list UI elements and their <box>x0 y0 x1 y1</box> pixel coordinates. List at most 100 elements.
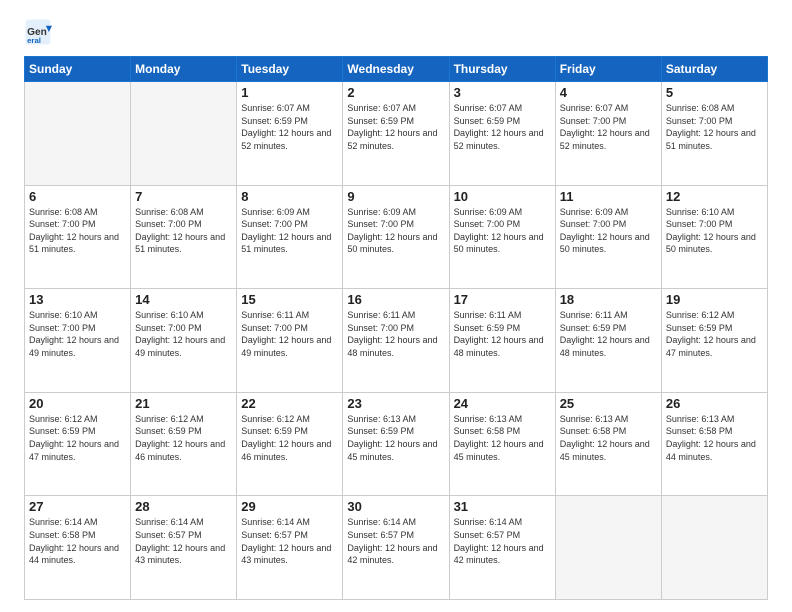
logo-icon: Gen eral <box>24 18 52 46</box>
day-number: 31 <box>454 499 551 514</box>
day-number: 28 <box>135 499 232 514</box>
day-number: 18 <box>560 292 657 307</box>
day-number: 22 <box>241 396 338 411</box>
day-number: 23 <box>347 396 444 411</box>
cell-info: Sunrise: 6:10 AM Sunset: 7:00 PM Dayligh… <box>666 206 763 256</box>
day-number: 30 <box>347 499 444 514</box>
calendar-cell: 14 Sunrise: 6:10 AM Sunset: 7:00 PM Dayli… <box>131 289 237 393</box>
day-number: 21 <box>135 396 232 411</box>
calendar-cell: 7Sunrise: 6:08 AM Sunset: 7:00 PM Daylig… <box>131 185 237 289</box>
calendar-cell: 10 Sunrise: 6:09 AM Sunset: 7:00 PM Dayli… <box>449 185 555 289</box>
cell-info: Sunrise: 6:13 AM Sunset: 6:58 PM Dayligh… <box>666 413 763 463</box>
cell-info: Sunrise: 6:11 AM Sunset: 6:59 PM Dayligh… <box>560 309 657 359</box>
calendar-cell: 28 Sunrise: 6:14 AM Sunset: 6:57 PM Dayli… <box>131 496 237 600</box>
calendar-cell: 8 Sunrise: 6:09 AM Sunset: 7:00 PM Daylig… <box>237 185 343 289</box>
week-row-3: 20 Sunrise: 6:12 AM Sunset: 6:59 PM Dayli… <box>25 392 768 496</box>
cell-info: Sunrise: 6:12 AM Sunset: 6:59 PM Dayligh… <box>29 413 126 463</box>
calendar-cell: 27Sunrise: 6:14 AM Sunset: 6:58 PM Dayli… <box>25 496 131 600</box>
calendar-cell: 30 Sunrise: 6:14 AM Sunset: 6:57 PM Dayli… <box>343 496 449 600</box>
weekday-header-saturday: Saturday <box>661 57 767 82</box>
calendar-cell: 4Sunrise: 6:07 AM Sunset: 7:00 PM Daylig… <box>555 82 661 186</box>
day-number: 8 <box>241 189 338 204</box>
weekday-header-wednesday: Wednesday <box>343 57 449 82</box>
cell-info: Sunrise: 6:08 AM Sunset: 7:00 PM Dayligh… <box>29 206 126 256</box>
week-row-2: 13 Sunrise: 6:10 AM Sunset: 7:00 PM Dayli… <box>25 289 768 393</box>
svg-text:eral: eral <box>27 36 41 45</box>
day-number: 5 <box>666 85 763 100</box>
day-number: 12 <box>666 189 763 204</box>
cell-info: Sunrise: 6:13 AM Sunset: 6:59 PM Dayligh… <box>347 413 444 463</box>
logo: Gen eral <box>24 18 56 46</box>
cell-info: Sunrise: 6:12 AM Sunset: 6:59 PM Dayligh… <box>241 413 338 463</box>
day-number: 26 <box>666 396 763 411</box>
calendar-cell: 29Sunrise: 6:14 AM Sunset: 6:57 PM Dayli… <box>237 496 343 600</box>
calendar-cell <box>131 82 237 186</box>
cell-info: Sunrise: 6:13 AM Sunset: 6:58 PM Dayligh… <box>560 413 657 463</box>
page: Gen eral SundayMondayTuesdayWednesdayThu… <box>0 0 792 612</box>
calendar-cell: 23 Sunrise: 6:13 AM Sunset: 6:59 PM Dayli… <box>343 392 449 496</box>
cell-info: Sunrise: 6:10 AM Sunset: 7:00 PM Dayligh… <box>135 309 232 359</box>
calendar-cell: 24Sunrise: 6:13 AM Sunset: 6:58 PM Dayli… <box>449 392 555 496</box>
calendar-cell: 12 Sunrise: 6:10 AM Sunset: 7:00 PM Dayli… <box>661 185 767 289</box>
weekday-header-sunday: Sunday <box>25 57 131 82</box>
week-row-1: 6 Sunrise: 6:08 AM Sunset: 7:00 PM Daylig… <box>25 185 768 289</box>
calendar-cell: 2 Sunrise: 6:07 AM Sunset: 6:59 PM Daylig… <box>343 82 449 186</box>
cell-info: Sunrise: 6:14 AM Sunset: 6:57 PM Dayligh… <box>135 516 232 566</box>
calendar-cell: 13 Sunrise: 6:10 AM Sunset: 7:00 PM Dayli… <box>25 289 131 393</box>
day-number: 10 <box>454 189 551 204</box>
calendar-cell: 9Sunrise: 6:09 AM Sunset: 7:00 PM Daylig… <box>343 185 449 289</box>
day-number: 14 <box>135 292 232 307</box>
day-number: 27 <box>29 499 126 514</box>
cell-info: Sunrise: 6:08 AM Sunset: 7:00 PM Dayligh… <box>666 102 763 152</box>
cell-info: Sunrise: 6:13 AM Sunset: 6:58 PM Dayligh… <box>454 413 551 463</box>
day-number: 6 <box>29 189 126 204</box>
cell-info: Sunrise: 6:09 AM Sunset: 7:00 PM Dayligh… <box>241 206 338 256</box>
day-number: 9 <box>347 189 444 204</box>
cell-info: Sunrise: 6:12 AM Sunset: 6:59 PM Dayligh… <box>135 413 232 463</box>
cell-info: Sunrise: 6:14 AM Sunset: 6:57 PM Dayligh… <box>241 516 338 566</box>
calendar-cell: 22 Sunrise: 6:12 AM Sunset: 6:59 PM Dayli… <box>237 392 343 496</box>
calendar-cell <box>661 496 767 600</box>
calendar-cell: 20 Sunrise: 6:12 AM Sunset: 6:59 PM Dayli… <box>25 392 131 496</box>
cell-info: Sunrise: 6:08 AM Sunset: 7:00 PM Dayligh… <box>135 206 232 256</box>
cell-info: Sunrise: 6:10 AM Sunset: 7:00 PM Dayligh… <box>29 309 126 359</box>
day-number: 11 <box>560 189 657 204</box>
header: Gen eral <box>24 18 768 46</box>
calendar-cell: 17 Sunrise: 6:11 AM Sunset: 6:59 PM Dayli… <box>449 289 555 393</box>
week-row-0: 1 Sunrise: 6:07 AM Sunset: 6:59 PM Daylig… <box>25 82 768 186</box>
cell-info: Sunrise: 6:09 AM Sunset: 7:00 PM Dayligh… <box>560 206 657 256</box>
calendar-cell: 25 Sunrise: 6:13 AM Sunset: 6:58 PM Dayli… <box>555 392 661 496</box>
calendar-cell <box>25 82 131 186</box>
day-number: 17 <box>454 292 551 307</box>
weekday-header-tuesday: Tuesday <box>237 57 343 82</box>
day-number: 1 <box>241 85 338 100</box>
cell-info: Sunrise: 6:07 AM Sunset: 6:59 PM Dayligh… <box>347 102 444 152</box>
calendar-cell <box>555 496 661 600</box>
day-number: 2 <box>347 85 444 100</box>
weekday-header-friday: Friday <box>555 57 661 82</box>
calendar-cell: 5 Sunrise: 6:08 AM Sunset: 7:00 PM Daylig… <box>661 82 767 186</box>
day-number: 4 <box>560 85 657 100</box>
weekday-header-thursday: Thursday <box>449 57 555 82</box>
calendar-cell: 21 Sunrise: 6:12 AM Sunset: 6:59 PM Dayli… <box>131 392 237 496</box>
cell-info: Sunrise: 6:11 AM Sunset: 7:00 PM Dayligh… <box>241 309 338 359</box>
cell-info: Sunrise: 6:09 AM Sunset: 7:00 PM Dayligh… <box>454 206 551 256</box>
calendar-cell: 1Sunrise: 6:07 AM Sunset: 6:59 PM Daylig… <box>237 82 343 186</box>
day-number: 13 <box>29 292 126 307</box>
calendar-cell: 3Sunrise: 6:07 AM Sunset: 6:59 PM Daylig… <box>449 82 555 186</box>
week-row-4: 27Sunrise: 6:14 AM Sunset: 6:58 PM Dayli… <box>25 496 768 600</box>
day-number: 16 <box>347 292 444 307</box>
calendar-cell: 6 Sunrise: 6:08 AM Sunset: 7:00 PM Daylig… <box>25 185 131 289</box>
calendar-cell: 19 Sunrise: 6:12 AM Sunset: 6:59 PM Dayli… <box>661 289 767 393</box>
cell-info: Sunrise: 6:07 AM Sunset: 6:59 PM Dayligh… <box>454 102 551 152</box>
cell-info: Sunrise: 6:14 AM Sunset: 6:57 PM Dayligh… <box>347 516 444 566</box>
cell-info: Sunrise: 6:11 AM Sunset: 7:00 PM Dayligh… <box>347 309 444 359</box>
cell-info: Sunrise: 6:12 AM Sunset: 6:59 PM Dayligh… <box>666 309 763 359</box>
calendar-table: SundayMondayTuesdayWednesdayThursdayFrid… <box>24 56 768 600</box>
day-number: 19 <box>666 292 763 307</box>
calendar-cell: 11 Sunrise: 6:09 AM Sunset: 7:00 PM Dayli… <box>555 185 661 289</box>
calendar-cell: 18 Sunrise: 6:11 AM Sunset: 6:59 PM Dayli… <box>555 289 661 393</box>
day-number: 20 <box>29 396 126 411</box>
day-number: 25 <box>560 396 657 411</box>
cell-info: Sunrise: 6:11 AM Sunset: 6:59 PM Dayligh… <box>454 309 551 359</box>
